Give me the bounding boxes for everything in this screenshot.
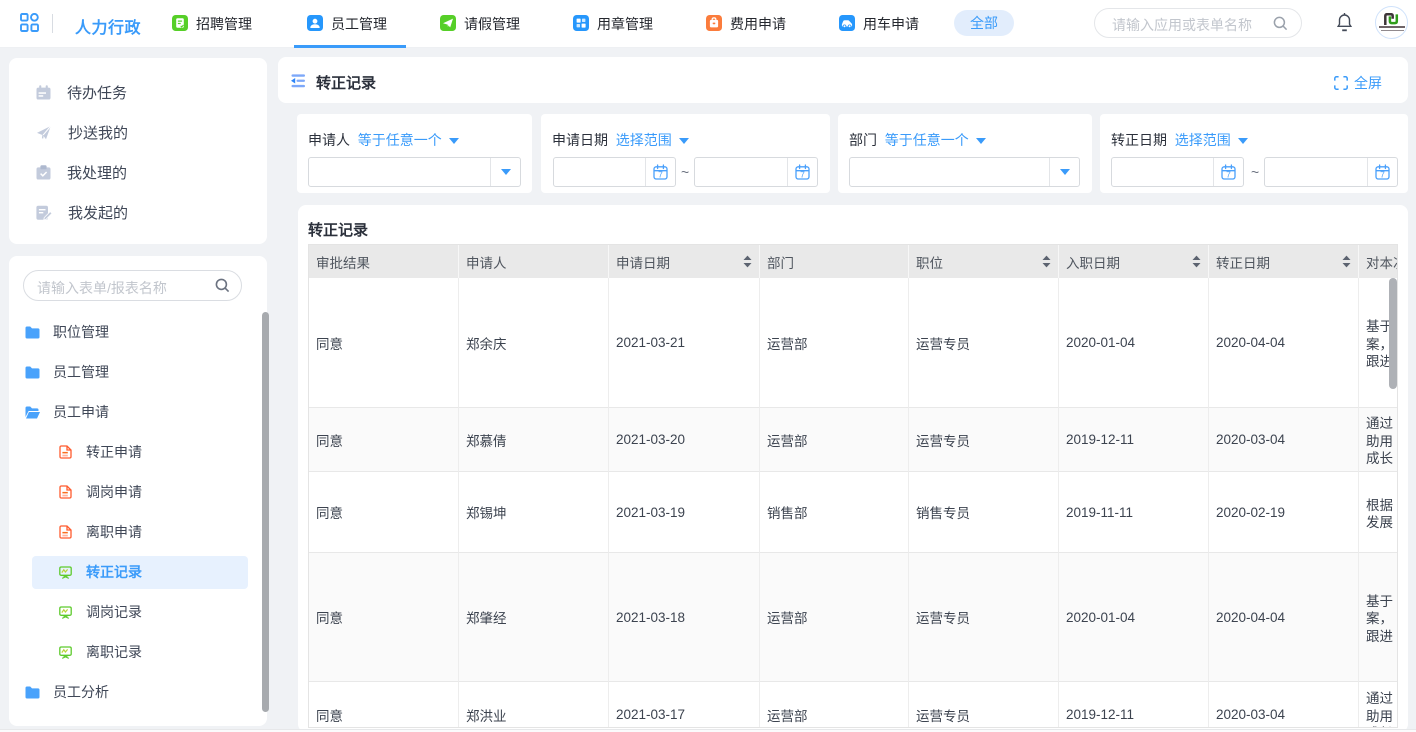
svg-text:7: 7 bbox=[800, 170, 805, 180]
svg-text:7: 7 bbox=[1226, 170, 1231, 180]
svg-text:7: 7 bbox=[1380, 170, 1385, 180]
svg-text:7: 7 bbox=[658, 170, 663, 180]
